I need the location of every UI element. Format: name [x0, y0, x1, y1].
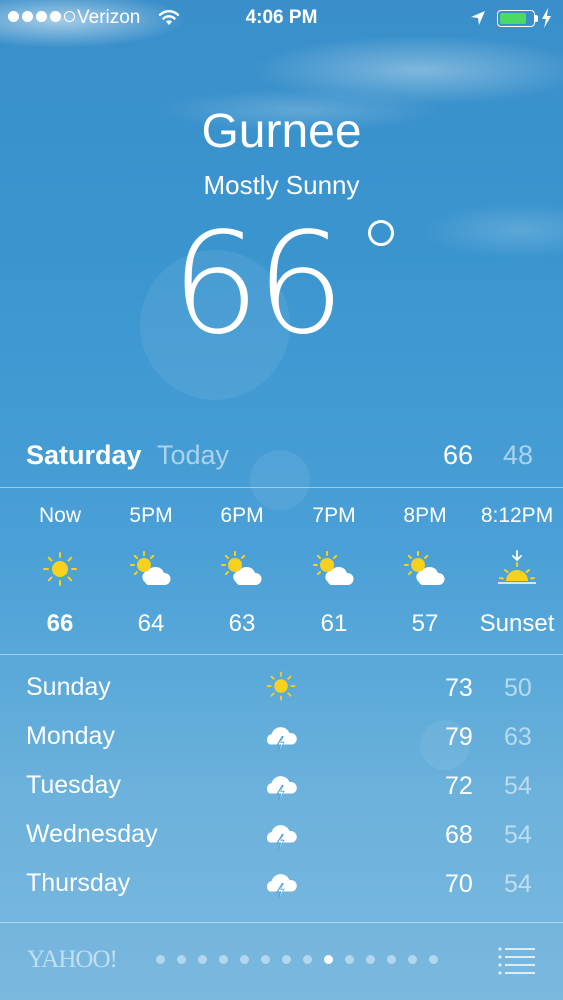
- divider: [0, 487, 563, 488]
- current-temperature: 66: [171, 215, 345, 355]
- thunderstorm-icon: [262, 867, 300, 901]
- today-label: Today: [157, 440, 230, 470]
- hourly-forecast[interactable]: Now 66 5PM 64 6PM 63 7PM 61 8PM 57 8:12P…: [0, 490, 563, 650]
- page-dot[interactable]: [240, 955, 249, 964]
- battery-tip: [535, 15, 538, 22]
- page-dot[interactable]: [177, 955, 186, 964]
- city-name: Gurnee: [201, 105, 362, 158]
- sunset-label: Sunset: [479, 610, 555, 637]
- charging-bolt-icon: [542, 8, 551, 28]
- day-high: 73: [445, 674, 473, 702]
- hour-temperature: 64: [137, 610, 165, 637]
- battery-level: [500, 13, 527, 24]
- daily-forecast[interactable]: Sunday 73 50 Monday 79 63 Tuesday 72 54 …: [0, 665, 563, 910]
- day-low: 54: [504, 772, 532, 800]
- thunderstorm-icon: [262, 720, 300, 754]
- yahoo-logo[interactable]: YAHOO!: [27, 946, 118, 974]
- daily-row: Thursday 70 54: [0, 861, 563, 910]
- page-dot[interactable]: [345, 955, 354, 964]
- day-high: 72: [445, 772, 473, 800]
- hourly-item: 5PM 64: [106, 490, 196, 638]
- hourly-item: 8:12PM Sunset: [472, 490, 562, 638]
- sunset-icon: [472, 540, 562, 598]
- today-low: 48: [503, 440, 534, 470]
- day-name: Tuesday: [26, 771, 121, 799]
- hour-time: 5PM: [129, 504, 173, 527]
- hour-temperature: 66: [46, 610, 74, 637]
- city-list-button[interactable]: [497, 945, 537, 975]
- location-arrow-icon: [471, 11, 485, 25]
- today-summary: Saturday Today 66 48: [0, 436, 563, 476]
- page-indicator[interactable]: [156, 955, 438, 964]
- daily-row: Tuesday 72 54: [0, 763, 563, 812]
- day-low: 63: [504, 723, 532, 751]
- page-dot[interactable]: [429, 955, 438, 964]
- day-low: 50: [504, 674, 532, 702]
- hour-time: 7PM: [312, 504, 356, 527]
- daily-row: Monday 79 63: [0, 714, 563, 763]
- daily-row: Wednesday 68 54: [0, 812, 563, 861]
- day-name: Monday: [26, 722, 115, 750]
- hour-time: 8PM: [403, 504, 447, 527]
- page-dot[interactable]: [261, 955, 270, 964]
- partly-cloudy-icon: [197, 540, 287, 598]
- day-low: 54: [504, 870, 532, 898]
- hour-time: Now: [38, 504, 81, 527]
- today-high: 66: [443, 440, 474, 470]
- degree-symbol: [368, 220, 394, 246]
- page-dot[interactable]: [198, 955, 207, 964]
- hour-time: 8:12PM: [480, 504, 554, 527]
- temperature-value: 66: [171, 203, 345, 366]
- page-dot[interactable]: [408, 955, 417, 964]
- day-low: 54: [504, 821, 532, 849]
- footer-toolbar: YAHOO!: [0, 923, 563, 1000]
- page-dot[interactable]: [282, 955, 291, 964]
- daily-row: Sunday 73 50: [0, 665, 563, 714]
- page-dot[interactable]: [303, 955, 312, 964]
- partly-cloudy-icon: [380, 540, 470, 598]
- day-high: 79: [445, 723, 473, 751]
- sun-icon: [15, 540, 105, 598]
- hourly-item: 8PM 57: [380, 490, 470, 638]
- page-dot[interactable]: [366, 955, 375, 964]
- battery-icon: [497, 10, 535, 27]
- status-bar: Verizon 4:06 PM: [0, 0, 563, 38]
- page-dot[interactable]: [156, 955, 165, 964]
- hourly-item: Now 66: [15, 490, 105, 638]
- hour-temperature: 63: [228, 610, 256, 637]
- day-high: 70: [445, 870, 473, 898]
- hour-temperature: 61: [320, 610, 348, 637]
- sun-icon: [262, 671, 300, 705]
- page-dot[interactable]: [387, 955, 396, 964]
- partly-cloudy-icon: [106, 540, 196, 598]
- thunderstorm-icon: [262, 769, 300, 803]
- hour-temperature: 57: [411, 610, 439, 637]
- hourly-item: 7PM 61: [289, 490, 379, 638]
- page-dot-active[interactable]: [324, 955, 333, 964]
- day-high: 68: [445, 821, 473, 849]
- page-dot[interactable]: [219, 955, 228, 964]
- day-name: Wednesday: [26, 820, 158, 848]
- hour-time: 6PM: [220, 504, 264, 527]
- thunderstorm-icon: [262, 818, 300, 852]
- hourly-item: 6PM 63: [197, 490, 287, 638]
- weather-condition: Mostly Sunny: [203, 170, 360, 200]
- today-day-name: Saturday: [26, 440, 142, 470]
- divider: [0, 654, 563, 655]
- day-name: Sunday: [26, 673, 111, 701]
- day-name: Thursday: [26, 869, 131, 897]
- partly-cloudy-icon: [289, 540, 379, 598]
